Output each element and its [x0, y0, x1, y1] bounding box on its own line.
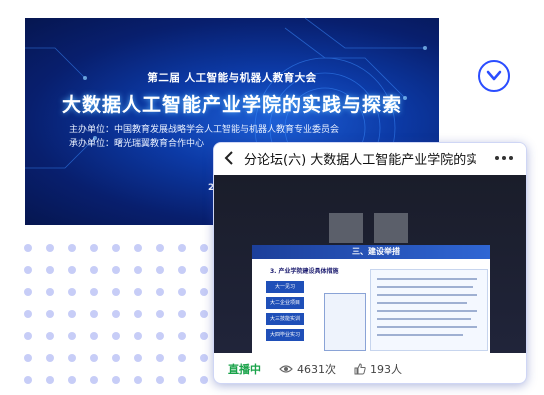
speaker-camera-2 [374, 213, 408, 243]
slide-text-panel [370, 269, 488, 351]
speaker-camera-1 [329, 213, 363, 243]
stream-title: 分论坛(六) 大数据人工智能产业学院的实... [244, 152, 476, 168]
dot-grid-decoration [24, 244, 208, 384]
slide-label-2: 大二企业项目 [266, 297, 304, 309]
chevron-down-icon [486, 70, 502, 81]
live-status-badge: 直播中 [228, 363, 261, 376]
panel-line [377, 310, 477, 312]
back-button[interactable] [214, 143, 244, 173]
video-player[interactable]: 三、建设举措 3. 产业学院建设具体措施 大一见习 大二企业项目 大三技能实训 … [214, 175, 526, 353]
banner-title: 大数据人工智能产业学院的实践与探索 [61, 94, 402, 116]
banner-organizer: 主办单位：中国教育发展战略学会人工智能与机器人教育专业委员会 [69, 125, 340, 135]
like-button[interactable]: 193人 [354, 361, 402, 377]
more-icon [495, 156, 513, 160]
chevron-down-button[interactable] [478, 60, 510, 92]
thumb-up-icon [354, 363, 366, 375]
slide-label-1: 大一见习 [266, 281, 304, 293]
presentation-slide: 三、建设举措 3. 产业学院建设具体措施 大一见习 大二企业项目 大三技能实训 … [252, 245, 490, 353]
panel-line [377, 318, 471, 320]
like-count-value: 193人 [370, 363, 402, 376]
banner-co-organizer: 承办单位：曙光瑞翼教育合作中心 [69, 139, 205, 149]
slide-label-4: 大四毕业实习 [266, 329, 304, 341]
panel-line [377, 326, 477, 328]
slide-header-title: 三、建设举措 [352, 247, 400, 256]
eye-icon [279, 365, 293, 373]
slide-label-3: 大三技能实训 [266, 313, 304, 325]
more-button[interactable] [492, 148, 516, 168]
back-icon [224, 151, 233, 165]
panel-line [377, 278, 477, 280]
panel-line [377, 302, 467, 304]
slide-heading: 3. 产业学院建设具体措施 [270, 268, 339, 275]
live-stream-card: 分论坛(六) 大数据人工智能产业学院的实... 三、建设举措 3. 产业学院建设… [213, 142, 527, 384]
view-count: 4631次 [279, 361, 336, 377]
panel-line [377, 286, 473, 288]
view-count-value: 4631次 [297, 363, 336, 376]
nav-bar: 分论坛(六) 大数据人工智能产业学院的实... [214, 143, 526, 173]
stream-footer: 直播中 4631次 193人 [214, 355, 526, 383]
panel-line [377, 294, 477, 296]
slide-diagram-box [324, 293, 366, 351]
banner-subtitle: 第二届 人工智能与机器人教育大会 [147, 72, 317, 84]
panel-line [377, 334, 463, 336]
